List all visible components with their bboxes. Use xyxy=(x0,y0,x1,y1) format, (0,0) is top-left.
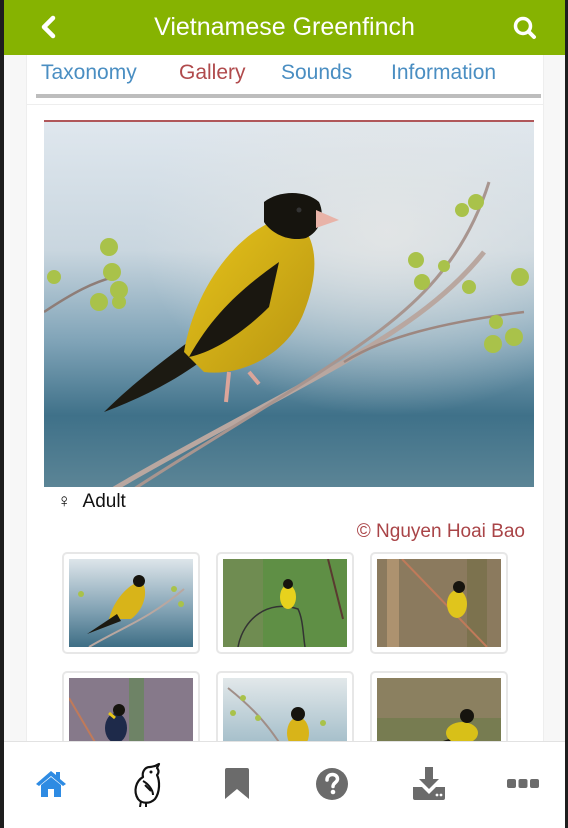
nav-download[interactable] xyxy=(407,762,451,806)
home-icon xyxy=(36,771,66,797)
help-icon xyxy=(316,768,348,800)
thumbnail-image xyxy=(377,559,501,647)
thumbnail[interactable] xyxy=(62,552,200,654)
nav-bookmarks[interactable] xyxy=(215,762,259,806)
tab-gallery[interactable]: Gallery xyxy=(179,61,246,85)
thumbnail[interactable] xyxy=(216,552,354,654)
bookmark-icon xyxy=(225,768,249,799)
thumbnail-image xyxy=(223,559,347,647)
bird-photo xyxy=(44,122,534,487)
thumbnail[interactable] xyxy=(370,552,508,654)
download-icon xyxy=(413,767,445,800)
search-icon xyxy=(513,16,536,39)
gallery-card: Taxonomy Gallery Sounds Information ♀ Ad… xyxy=(26,55,544,773)
tab-indicator xyxy=(36,94,541,98)
tab-information[interactable]: Information xyxy=(391,61,496,85)
nav-home[interactable] xyxy=(29,762,73,806)
search-button[interactable] xyxy=(511,14,539,42)
bottom-navigation xyxy=(4,741,565,828)
nav-help[interactable] xyxy=(310,762,354,806)
app-bar: Vietnamese Greenfinch xyxy=(4,0,565,55)
tab-sounds[interactable]: Sounds xyxy=(281,61,352,85)
caption-text: Adult xyxy=(82,491,126,512)
app-screen: Vietnamese Greenfinch Taxonomy Gallery S… xyxy=(4,0,565,828)
main-photo[interactable] xyxy=(44,120,534,487)
female-symbol-icon: ♀ xyxy=(57,491,72,512)
photo-credit: © Nguyen Hoai Bao xyxy=(356,521,525,542)
thumbnail-image xyxy=(69,559,193,647)
photo-caption: ♀ Adult xyxy=(57,491,126,513)
tab-taxonomy[interactable]: Taxonomy xyxy=(41,61,137,85)
nav-birds[interactable] xyxy=(126,762,170,807)
bird-icon xyxy=(134,762,161,807)
nav-more[interactable] xyxy=(501,762,545,806)
tab-bar: Taxonomy Gallery Sounds Information xyxy=(27,55,543,105)
more-icon xyxy=(507,779,539,788)
page-title: Vietnamese Greenfinch xyxy=(154,13,415,41)
